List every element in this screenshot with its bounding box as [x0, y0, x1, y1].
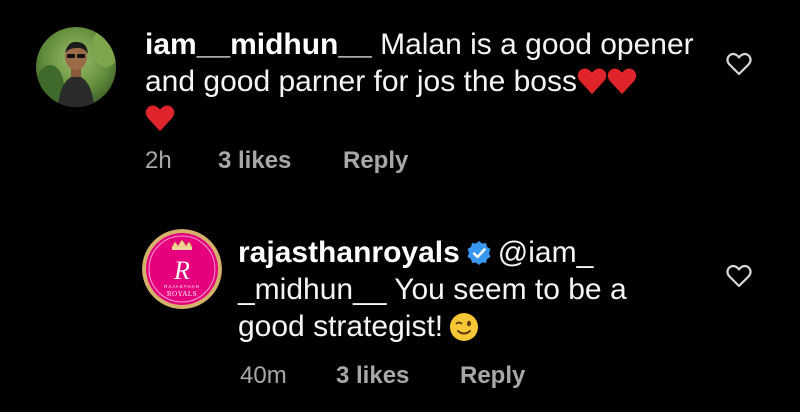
- reply-button[interactable]: Reply: [343, 147, 408, 175]
- red-heart-emoji: [577, 68, 607, 95]
- avatar[interactable]: [36, 27, 116, 107]
- like-button[interactable]: [726, 264, 752, 293]
- reply-button[interactable]: Reply: [460, 362, 525, 390]
- likes-count[interactable]: 3 likes: [218, 147, 343, 175]
- mention-link[interactable]: @iam_: [498, 236, 593, 269]
- comment-text-line-1: Malan is a good opener: [380, 28, 694, 61]
- winking-face-emoji: [450, 313, 479, 341]
- comment-text-line-3: good strategist!: [238, 310, 444, 343]
- red-heart-emoji: [145, 105, 175, 132]
- comment-username[interactable]: iam__midhun__: [145, 28, 372, 61]
- comment-time: 40m: [240, 362, 287, 389]
- red-heart-emoji: [607, 68, 637, 95]
- like-button[interactable]: [726, 52, 752, 81]
- svg-text:ROYALS: ROYALS: [167, 290, 197, 298]
- comment-2: R RAJASTHAN ROYALS rajasthanroyals @iam_ …: [0, 200, 800, 412]
- svg-text:R: R: [173, 256, 190, 285]
- heart-outline-icon: [726, 264, 752, 288]
- heart-outline-icon: [726, 52, 752, 76]
- rajasthan-royals-logo-icon: R RAJASTHAN ROYALS: [142, 229, 222, 309]
- comment-text: iam__midhun__ Malan is a good opener and…: [145, 26, 705, 137]
- verified-badge-icon: [467, 241, 491, 265]
- comment-text-line-2: _midhun__ You seem to be a: [238, 273, 627, 306]
- comment-text: rajasthanroyals @iam_ _midhun__ You seem …: [238, 234, 718, 345]
- comment-time: 2h: [145, 147, 172, 174]
- avatar[interactable]: R RAJASTHAN ROYALS: [142, 229, 222, 309]
- comment-meta: 40m 3 likes Reply: [240, 362, 525, 390]
- comment-meta: 2h 3 likes Reply: [145, 147, 408, 175]
- comment-text-line-2: and good parner for jos the boss: [145, 65, 577, 98]
- svg-text:RAJASTHAN: RAJASTHAN: [164, 284, 200, 289]
- likes-count[interactable]: 3 likes: [336, 362, 460, 390]
- comment-username[interactable]: rajasthanroyals: [238, 236, 460, 269]
- comment-1: iam__midhun__ Malan is a good opener and…: [0, 0, 800, 200]
- user-photo-avatar-icon: [36, 27, 116, 107]
